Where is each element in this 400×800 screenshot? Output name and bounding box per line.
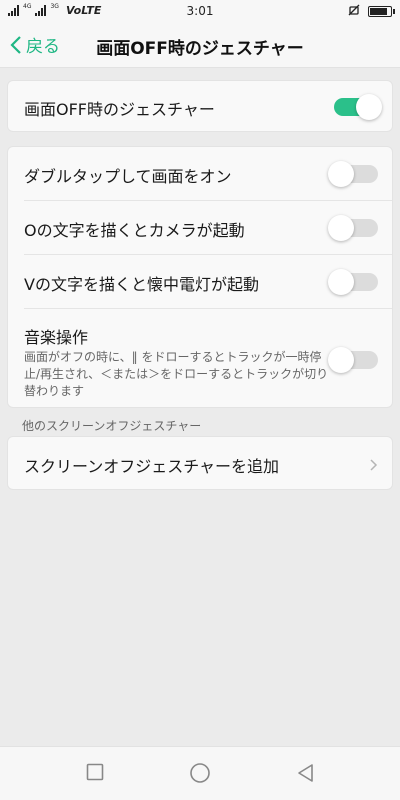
gesture-row-camera[interactable]: Oの文字を描くとカメラが起動 <box>8 201 392 255</box>
status-right <box>348 4 395 19</box>
add-gesture-card: スクリーンオフジェスチャーを追加 <box>7 436 393 490</box>
battery-icon <box>368 6 395 17</box>
battery-level <box>370 8 387 15</box>
flashlight-toggle[interactable] <box>328 269 378 295</box>
add-gesture-row[interactable]: スクリーンオフジェスチャーを追加 <box>8 437 392 491</box>
master-toggle-label: 画面OFF時のジェスチャー <box>24 100 215 119</box>
do-not-disturb-icon <box>348 4 360 19</box>
toggle-knob <box>328 161 354 187</box>
double-tap-toggle[interactable] <box>328 161 378 187</box>
navigation-bar <box>0 746 400 800</box>
section-header: 他のスクリーンオフジェスチャー <box>22 419 202 433</box>
master-toggle-row[interactable]: 画面OFF時のジェスチャー <box>8 81 392 133</box>
toggle-knob <box>356 94 382 120</box>
toggle-knob <box>328 269 354 295</box>
title-bar: 戻る 画面OFF時のジェスチャー <box>0 22 400 68</box>
status-bar: 4G 3G VoLTE 3:01 <box>0 0 400 22</box>
gesture-label: Vの文字を描くと懐中電灯が起動 <box>24 275 259 294</box>
chevron-right-icon <box>370 459 378 471</box>
gesture-row-double-tap[interactable]: ダブルタップして画面をオン <box>8 147 392 201</box>
master-toggle-card: 画面OFF時のジェスチャー <box>7 80 393 132</box>
music-description: 画面がオフの時に、‖ をドローするとトラックが一時停止/再生され、＜または＞をド… <box>24 350 329 398</box>
gestures-card: ダブルタップして画面をオン Oの文字を描くとカメラが起動 Vの文字を描くと懐中電… <box>7 146 393 408</box>
toggle-knob <box>328 215 354 241</box>
add-gesture-label: スクリーンオフジェスチャーを追加 <box>24 457 280 476</box>
gesture-label: ダブルタップして画面をオン <box>24 167 232 186</box>
gesture-label: 音楽操作 <box>24 328 89 347</box>
toggle-knob <box>328 347 354 373</box>
home-circle-icon[interactable] <box>189 762 211 784</box>
music-toggle[interactable] <box>328 347 378 373</box>
gesture-row-music[interactable]: 音楽操作 画面がオフの時に、‖ をドローするとトラックが一時停止/再生され、＜ま… <box>8 309 392 407</box>
camera-toggle[interactable] <box>328 215 378 241</box>
master-toggle-switch[interactable] <box>334 94 382 120</box>
back-triangle-icon[interactable] <box>297 763 315 783</box>
recent-apps-square-icon[interactable] <box>86 763 104 781</box>
page-title: 画面OFF時のジェスチャー <box>96 39 304 59</box>
gesture-row-flashlight[interactable]: Vの文字を描くと懐中電灯が起動 <box>8 255 392 309</box>
status-time: 3:01 <box>186 4 214 18</box>
gesture-label: Oの文字を描くとカメラが起動 <box>24 221 245 240</box>
